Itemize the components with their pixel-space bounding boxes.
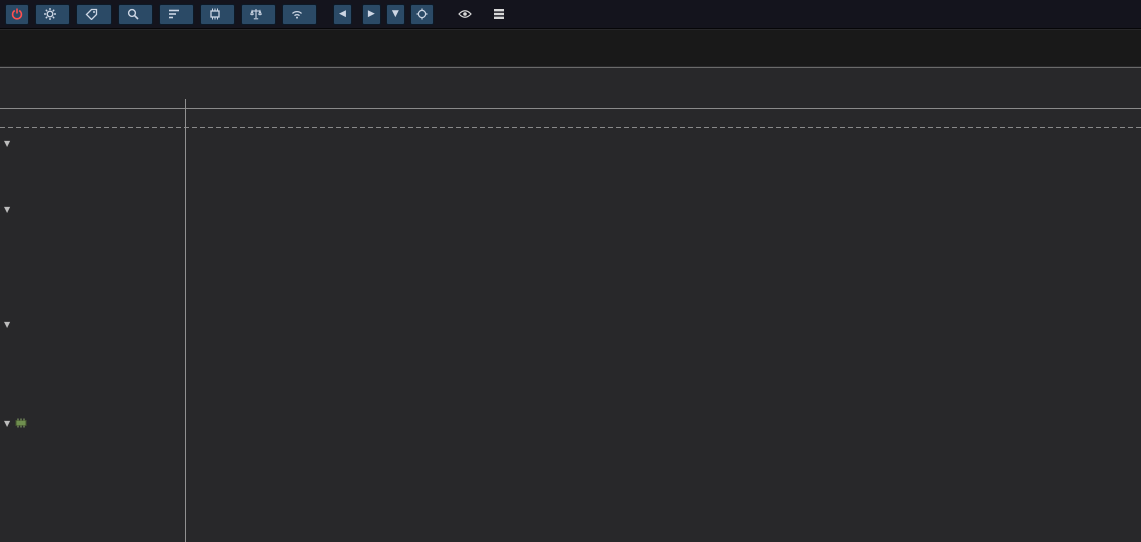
memory-plot[interactable] bbox=[0, 436, 1141, 542]
memory-chip-icon bbox=[15, 418, 27, 428]
collapse-icon: ▼ bbox=[4, 419, 10, 428]
crosshair-line bbox=[185, 99, 186, 542]
section-memory[interactable]: ▼ bbox=[4, 418, 37, 428]
section-opengl[interactable]: ▼ bbox=[4, 139, 15, 148]
profiler-window: ◀ ▶ ▼ ▼ ▼ ▼ ▼ bbox=[0, 0, 1141, 542]
section-game[interactable]: ▼ bbox=[4, 320, 15, 329]
collapse-icon: ▼ bbox=[4, 320, 10, 329]
collapse-icon: ▼ bbox=[4, 139, 10, 148]
section-main-thread[interactable]: ▼ bbox=[4, 205, 15, 214]
collapse-icon: ▼ bbox=[4, 205, 10, 214]
